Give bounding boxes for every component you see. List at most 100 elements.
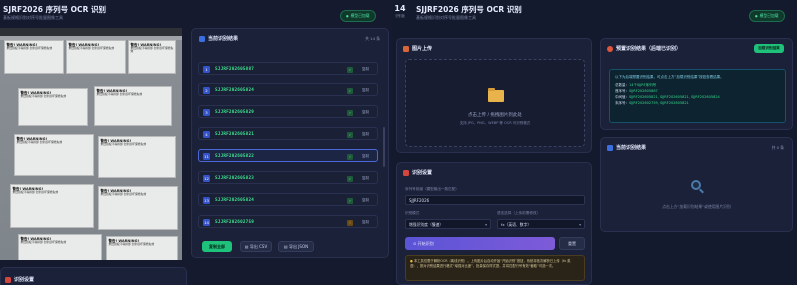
current-panel-title: 当前识别结果 bbox=[607, 144, 646, 151]
results-panel-title: 当前识别结果 bbox=[199, 35, 238, 42]
image-icon bbox=[403, 45, 409, 52]
check-icon: ✓ bbox=[347, 197, 353, 204]
language-select[interactable]: fx（英语、数字） ▾ bbox=[497, 219, 585, 229]
settings-panel-title: 识别设置 bbox=[5, 276, 34, 283]
photo-label: 警告! WARNING! 未经授权不得拆卸 封条损坏保修失效 bbox=[14, 134, 94, 176]
list-icon bbox=[607, 144, 613, 151]
warning-icon: ! bbox=[347, 219, 353, 226]
results-count: 共 14 条 bbox=[365, 36, 380, 41]
reset-button[interactable]: 重置 bbox=[559, 237, 585, 250]
settings-panel-title: 识别设置 bbox=[403, 169, 432, 176]
copy-button[interactable]: 复制 bbox=[362, 88, 369, 93]
results-panel: 当前识别结果 共 14 条 1 SJJRF202605887 ✓ 复制 2 SJ… bbox=[191, 28, 389, 258]
prefix-input[interactable]: SJJRF2026 bbox=[405, 195, 585, 205]
app-subtitle: 基板规格识别对序号批量图像工具 bbox=[416, 15, 476, 20]
model-status-badge: 模型已加载 bbox=[340, 10, 376, 22]
export-json-button[interactable]: ▤ 导出 JSON bbox=[278, 241, 314, 252]
result-row-selected[interactable]: 11 SJJRF202605822 ✓ 复制 bbox=[198, 149, 378, 162]
row-index: 12 bbox=[203, 175, 210, 182]
copy-button[interactable]: 复制 bbox=[362, 67, 369, 72]
current-results-count: 共 0 条 bbox=[771, 145, 784, 150]
row-index: 11 bbox=[203, 153, 210, 160]
photo-label: 警告! WARNING! 未经授权不得拆卸 封条损坏保修失效 bbox=[10, 184, 94, 228]
prefix-label: 序列号前缀（模型输出一致匹配） bbox=[405, 187, 459, 191]
photo-label: 警告! WARNING! 未经授权不得拆卸 封条损坏保修失效 bbox=[94, 86, 172, 126]
preset-panel-title: 预置识别结果（后端已识别） bbox=[607, 45, 681, 52]
check-icon: ✓ bbox=[347, 175, 353, 182]
app-title: SJJRF2026 序列号 OCR 识别 bbox=[416, 5, 522, 14]
photo-label: 警告! WARNING! 未经授权不得拆卸 封条损坏保修失效 bbox=[4, 40, 64, 74]
app-title: SJRF2026 序列号 OCR 识别 bbox=[3, 5, 106, 14]
photo-label: 警告! WARNING! 未经授权不得拆卸 封条损坏保修失效 bbox=[98, 136, 176, 178]
photo-label: 警告! WARNING! 未经授权不得拆卸 封条损坏保修失效 bbox=[18, 88, 88, 126]
logo: 14 识别板 bbox=[394, 4, 406, 18]
search-icon bbox=[691, 180, 701, 190]
result-row[interactable]: 13 SJJRF202605824 ✓ 复制 bbox=[198, 193, 378, 206]
upload-panel: 图片上传 点击上传 / 拖拽图片到此处 支持 JPG、PNG、WEBP 等 OC… bbox=[396, 38, 592, 153]
list-icon bbox=[199, 35, 205, 42]
upload-dropzone[interactable]: 点击上传 / 拖拽图片到此处 支持 JPG、PNG、WEBP 等 OCR 可识别… bbox=[405, 59, 585, 147]
check-icon: ✓ bbox=[347, 131, 353, 138]
gear-icon bbox=[403, 169, 409, 176]
usage-note: ● 本工具仅限于解析OCR（离线识别）。上传图片后自动开始“开始识别”按钮，系统… bbox=[405, 255, 585, 281]
copy-all-button[interactable]: 复制全部 bbox=[202, 241, 232, 252]
uploaded-photo-preview: 警告! WARNING! 未经授权不得拆卸 封条损坏保修失效 警告! WARNI… bbox=[0, 28, 182, 260]
copy-button[interactable]: 复制 bbox=[362, 176, 369, 181]
result-row[interactable]: 1 SJJRF202605887 ✓ 复制 bbox=[198, 62, 378, 75]
serial-text: SJJRF202605824 bbox=[215, 87, 255, 93]
load-results-button[interactable]: 加载识别结果 bbox=[754, 44, 784, 53]
copy-button[interactable]: 复制 bbox=[362, 110, 369, 115]
chevron-down-icon: ▾ bbox=[579, 222, 581, 227]
result-row[interactable]: 14 SJJRF202602759 ! 复制 bbox=[198, 215, 378, 228]
photo-label: 警告! WARNING! 未经授权不得拆卸 封条损坏保修失效 bbox=[106, 236, 178, 260]
serial-text: SJJRF202605829 bbox=[215, 109, 255, 115]
start-recognition-button[interactable]: ⊙ 开始识别 bbox=[405, 237, 555, 250]
row-index: 14 bbox=[203, 219, 210, 226]
upload-hint: 点击上传 / 拖拽图片到此处 bbox=[468, 113, 522, 118]
results-scrollbar[interactable] bbox=[383, 127, 385, 167]
gear-icon bbox=[5, 276, 11, 283]
copy-button[interactable]: 复制 bbox=[362, 220, 369, 225]
copy-button[interactable]: 复制 bbox=[362, 132, 369, 137]
settings-panel: 识别设置 序列号前缀（模型输出一致匹配） SJJRF2026 识别模式 增强识别… bbox=[396, 162, 592, 285]
photo-label: 警告! WARNING! 未经授权不得拆卸 封条损坏保修失效 bbox=[128, 40, 176, 74]
photo-label: 警告! WARNING! 未经授权不得拆卸 封条损坏保修失效 bbox=[66, 40, 126, 74]
serial-text: SJJRF202605822 bbox=[215, 153, 255, 159]
right-app-window: 14 识别板 SJJRF2026 序列号 OCR 识别 基板规格识别对序号批量图… bbox=[392, 0, 797, 285]
export-csv-button[interactable]: ▤ 导出 CSV bbox=[240, 241, 272, 252]
upload-formats: 支持 JPG、PNG、WEBP 等 OCR 可识别格式 bbox=[459, 121, 531, 125]
photo-label: 警告! WARNING! 未经授权不得拆卸 封条损坏保修失效 bbox=[18, 234, 102, 260]
result-row[interactable]: 3 SJJRF202605829 ✓ 复制 bbox=[198, 105, 378, 118]
left-app-window: SJRF2026 序列号 OCR 识别 基板规格识别对序号批量图像工具 模型已加… bbox=[0, 0, 392, 285]
result-row[interactable]: 4 SJJRF202605821 ✓ 复制 bbox=[198, 127, 378, 140]
mode-select[interactable]: 增强识别度（慢速） ▾ bbox=[405, 219, 491, 229]
serial-text: SJJRF202605821 bbox=[215, 131, 255, 137]
row-index: 4 bbox=[203, 131, 210, 138]
check-icon: ✓ bbox=[347, 109, 353, 116]
result-row[interactable]: 12 SJJRF202605823 ✓ 复制 bbox=[198, 171, 378, 184]
serial-text: SJJRF202602759 bbox=[215, 219, 255, 225]
preset-info-box: 以下为后端预置识别结果，可点击上方“加载识别结果”按钮查看结果。 总数量：14个… bbox=[609, 69, 786, 123]
folder-icon bbox=[488, 87, 504, 102]
copy-button[interactable]: 复制 bbox=[362, 198, 369, 203]
app-subtitle: 基板规格识别对序号批量图像工具 bbox=[3, 15, 63, 20]
empty-state-text: 点击上方“加载识别结果”或使用图片识别 bbox=[662, 204, 731, 209]
check-icon: ✓ bbox=[347, 153, 353, 160]
check-icon: ✓ bbox=[347, 87, 353, 94]
copy-button[interactable]: 复制 bbox=[362, 154, 369, 159]
serial-text: SJJRF202605823 bbox=[215, 175, 255, 181]
current-results-panel: 当前识别结果 共 0 条 点击上方“加载识别结果”或使用图片识别 bbox=[600, 137, 793, 232]
preset-results-panel: 预置识别结果（后端已识别） 加载识别结果 以下为后端预置识别结果，可点击上方“加… bbox=[600, 38, 793, 130]
mode-label: 识别模式 bbox=[405, 211, 420, 215]
row-index: 3 bbox=[203, 109, 210, 116]
serial-text: SJJRF202605887 bbox=[215, 66, 255, 72]
chevron-down-icon: ▾ bbox=[485, 222, 487, 227]
serial-text: SJJRF202605824 bbox=[215, 197, 255, 203]
settings-panel: 识别设置 bbox=[0, 267, 187, 285]
row-index: 13 bbox=[203, 197, 210, 204]
photo-label: 警告! WARNING! 未经授权不得拆卸 封条损坏保修失效 bbox=[98, 186, 178, 230]
row-index: 1 bbox=[203, 66, 210, 73]
result-row[interactable]: 2 SJJRF202605824 ✓ 复制 bbox=[198, 83, 378, 96]
target-icon bbox=[607, 45, 613, 52]
check-icon: ✓ bbox=[347, 66, 353, 73]
